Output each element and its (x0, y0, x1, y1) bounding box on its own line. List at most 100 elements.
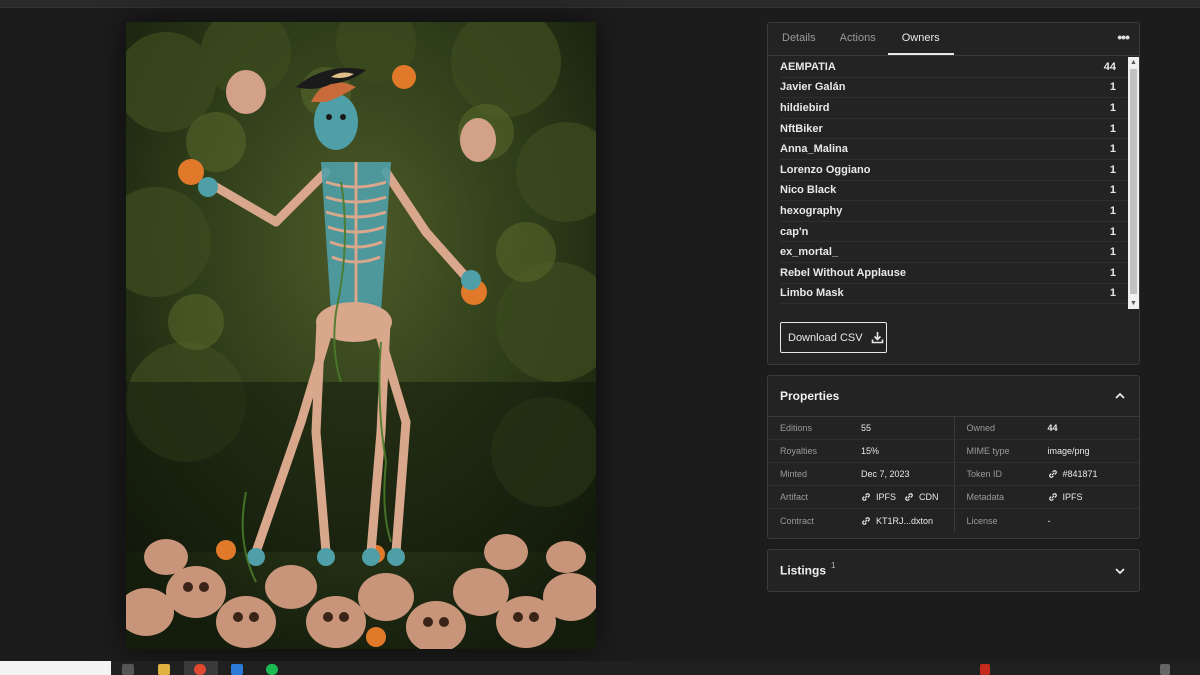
notification-badge-icon[interactable] (980, 664, 990, 675)
prop-value[interactable]: #841871 (1048, 469, 1098, 479)
scrollbar-thumb[interactable] (1130, 69, 1137, 294)
owner-name[interactable]: AEMPATIA (780, 61, 836, 73)
os-taskbar (0, 661, 1200, 675)
prop-royalties: Royalties 15% (768, 440, 954, 462)
tab-details[interactable]: Details (770, 23, 828, 55)
prop-mime-type: MIME type image/png (953, 440, 1140, 462)
owner-name[interactable]: Rebel Without Applause (780, 267, 906, 279)
owner-name[interactable]: hexography (780, 205, 842, 217)
owner-count: 1 (1109, 122, 1116, 135)
owner-name[interactable]: hildiebird (780, 102, 830, 114)
artifact-ipfs-label: IPFS (876, 492, 897, 502)
properties-title: Properties (780, 389, 840, 403)
owner-count: 1 (1109, 225, 1116, 238)
listings-header[interactable]: Listings 1 (768, 550, 1139, 591)
listings-panel: Listings 1 (767, 549, 1140, 592)
owner-row: Javier Galán 1 (780, 78, 1128, 99)
owner-name[interactable]: ex_mortal_ (780, 246, 838, 258)
prop-label: Metadata (966, 492, 1005, 502)
prop-value: 44 (1047, 423, 1058, 433)
system-tray-icon[interactable] (1160, 664, 1170, 675)
ellipsis-icon[interactable]: ••• (1117, 29, 1130, 45)
prop-row: Minted Dec 7, 2023 Token ID #841871 (768, 463, 1139, 486)
prop-row: Editions 55 Owned 44 (768, 417, 1139, 440)
owner-count: 1 (1109, 81, 1116, 94)
owners-panel: Details Actions Owners ••• AEMPATIA 44 Ja… (767, 22, 1140, 365)
owner-name[interactable]: NftBiker (780, 123, 823, 135)
scroll-down-icon[interactable]: ▼ (1128, 298, 1139, 309)
owner-row: Nico Black 1 (780, 181, 1128, 202)
photos-app-icon[interactable] (231, 664, 243, 675)
artifact-ipfs-link[interactable]: IPFS (861, 492, 896, 502)
prop-label: License (966, 515, 998, 526)
tab-owners[interactable]: Owners (887, 23, 954, 55)
prop-label: Contract (780, 515, 815, 526)
owner-count: 1 (1109, 163, 1116, 176)
owner-name[interactable]: Lorenzo Oggiano (780, 164, 870, 176)
prop-row: Contract KT1RJ...dxton License - (768, 509, 1139, 532)
chevron-down-icon[interactable] (1113, 564, 1127, 578)
chevron-up-icon[interactable] (1113, 389, 1127, 403)
prop-value: IPFS (1048, 492, 1091, 502)
prop-minted: Minted Dec 7, 2023 (768, 463, 954, 485)
artifact-cdn-link[interactable]: CDN (904, 492, 939, 502)
owner-row: NftBiker 1 (780, 119, 1128, 140)
prop-value: - (1047, 515, 1051, 526)
properties-header[interactable]: Properties (768, 376, 1139, 417)
prop-token-id: Token ID #841871 (953, 463, 1140, 485)
owner-row: AEMPATIA 44 (780, 57, 1128, 78)
contract-link[interactable]: KT1RJ...dxton (861, 516, 933, 526)
artwork-image[interactable] (126, 22, 596, 649)
owner-name[interactable]: Limbo Mask (780, 287, 844, 299)
browser-top-bar (0, 0, 1200, 8)
owner-name[interactable]: Javier Galán (780, 81, 845, 93)
metadata-ipfs-link[interactable]: IPFS (1048, 492, 1083, 502)
link-icon (862, 493, 870, 501)
listings-heading: Listings 1 (780, 561, 835, 579)
tab-actions[interactable]: Actions (828, 23, 888, 55)
file-explorer-icon[interactable] (158, 664, 170, 675)
owner-name[interactable]: Nico Black (780, 184, 836, 196)
owner-count: 1 (1109, 143, 1116, 156)
token-id-link[interactable]: #841871 (1063, 469, 1098, 479)
prop-value: image/png (1047, 446, 1090, 456)
task-view-icon[interactable] (122, 664, 134, 675)
prop-value: IPFS CDN (861, 492, 947, 502)
owner-count: 1 (1109, 266, 1116, 279)
owner-name[interactable]: Anna_Malina (780, 143, 848, 155)
link-icon (862, 516, 870, 525)
owner-count: 1 (1109, 204, 1116, 217)
prop-row: Artifact IPFS CDN Metadata IPFS (768, 486, 1139, 509)
prop-metadata: Metadata IPFS (953, 486, 1140, 508)
link-icon (1048, 470, 1057, 478)
owner-row: Anna_Malina 1 (780, 139, 1128, 160)
spotify-icon[interactable] (266, 664, 278, 675)
link-icon (1048, 493, 1057, 501)
prop-label: Token ID (966, 469, 1003, 479)
owners-list: AEMPATIA 44 Javier Galán 1 hildiebird 1 Nft… (768, 57, 1128, 309)
download-csv-button[interactable]: Download CSV (780, 322, 887, 353)
owner-row: Lorenzo Oggiano 1 (780, 160, 1128, 181)
properties-grid: Editions 55 Owned 44 Royalties 15% MIME … (768, 417, 1139, 532)
prop-label: Minted (780, 469, 808, 479)
listings-count: 1 (831, 561, 836, 571)
owners-scrollbar[interactable]: ▲ ▼ (1128, 57, 1139, 309)
prop-label: MIME type (966, 446, 1010, 456)
owner-name[interactable]: cap'n (780, 226, 808, 238)
properties-panel: Properties Editions 55 Owned 44 Royaltie… (767, 375, 1140, 539)
scroll-up-icon[interactable]: ▲ (1128, 57, 1139, 68)
owner-count: 1 (1109, 287, 1116, 300)
tab-bar: Details Actions Owners ••• (768, 23, 1139, 56)
prop-label: Owned (966, 423, 996, 433)
prop-label: Royalties (780, 446, 818, 456)
owner-row: hexography 1 (780, 201, 1128, 222)
owner-count: 1 (1109, 184, 1116, 197)
taskbar-search-box[interactable] (0, 661, 111, 675)
owner-count: 44 (1103, 60, 1116, 73)
prop-value: Dec 7, 2023 (861, 469, 910, 479)
prop-label: Artifact (780, 492, 809, 502)
owner-row: hildiebird 1 (780, 98, 1128, 119)
owner-row: ex_mortal_ 1 (780, 242, 1128, 263)
brave-browser-icon[interactable] (194, 664, 206, 675)
owner-row: Rebel Without Applause 1 (780, 263, 1128, 284)
